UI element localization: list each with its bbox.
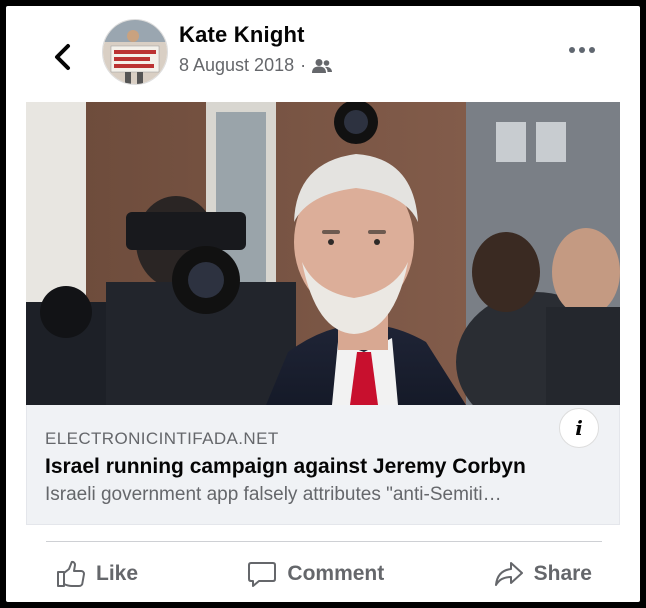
comment-button[interactable]: Comment bbox=[237, 560, 394, 588]
like-label: Like bbox=[96, 562, 139, 585]
friends-icon bbox=[312, 58, 333, 73]
info-icon[interactable]: i bbox=[559, 408, 599, 448]
link-preview[interactable]: i ELECTRONICINTIFADA.NET Israel running … bbox=[26, 405, 620, 525]
link-domain: ELECTRONICINTIFADA.NET bbox=[45, 429, 279, 448]
like-button[interactable]: Like bbox=[46, 560, 148, 588]
thumbs-up-icon bbox=[57, 560, 85, 587]
post-date[interactable]: 8 August 2018 bbox=[179, 55, 294, 76]
author-name[interactable]: Kate Knight bbox=[179, 22, 305, 48]
comment-label: Comment bbox=[287, 562, 385, 585]
post-card: Kate Knight 8 August 2018 · i ELECTRONIC… bbox=[6, 6, 640, 602]
news-photo bbox=[26, 102, 620, 405]
share-arrow-icon bbox=[494, 562, 523, 586]
action-bar: Like Comment Share bbox=[46, 552, 602, 596]
link-preview-image[interactable] bbox=[26, 102, 620, 405]
more-options-icon[interactable] bbox=[566, 42, 598, 58]
avatar-photo bbox=[103, 20, 167, 84]
share-label: Share bbox=[533, 562, 592, 585]
link-description: Israeli government app falsely attribute… bbox=[45, 484, 502, 505]
link-title[interactable]: Israel running campaign against Jeremy C… bbox=[45, 455, 526, 479]
divider bbox=[46, 541, 602, 542]
post-meta: 8 August 2018 · bbox=[179, 55, 333, 76]
meta-separator: · bbox=[300, 55, 307, 75]
comment-bubble-icon bbox=[248, 562, 277, 587]
share-button[interactable]: Share bbox=[484, 560, 602, 588]
avatar[interactable] bbox=[102, 19, 168, 85]
back-arrow-icon[interactable] bbox=[50, 42, 76, 72]
